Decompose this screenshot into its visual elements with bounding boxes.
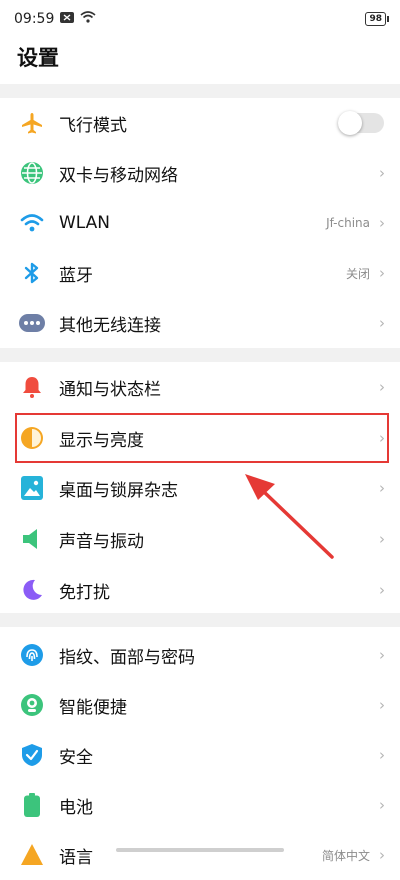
setting-row-notification[interactable]: 通知与状态栏 › (0, 362, 400, 412)
battery-indicator: 98 (365, 12, 389, 26)
setting-label: 声音与振动 (59, 531, 144, 552)
chevron-right-icon: › (379, 796, 385, 814)
setting-row-desktop-lockscreen[interactable]: 桌面与锁屏杂志 › (0, 463, 400, 513)
setting-label: 指纹、面部与密码 (59, 647, 195, 668)
setting-row-display-brightness[interactable]: 显示与亮度 › (0, 413, 400, 463)
section-separator (0, 613, 400, 627)
setting-label: 语言 (59, 847, 93, 868)
setting-row-dual-sim[interactable]: 双卡与移动网络 › (0, 148, 400, 198)
setting-label: 双卡与移动网络 (59, 165, 178, 186)
setting-label: 显示与亮度 (59, 430, 144, 451)
setting-row-security[interactable]: 安全 › (0, 730, 400, 780)
chevron-right-icon: › (379, 378, 385, 396)
setting-row-language[interactable]: 语言 简体中文 › (0, 830, 400, 880)
setting-row-smart-convenience[interactable]: 智能便捷 › (0, 680, 400, 730)
section-separator (0, 348, 400, 362)
setting-label: 智能便捷 (59, 697, 127, 718)
setting-label: WLAN (59, 213, 111, 233)
setting-label: 免打扰 (59, 582, 110, 603)
wallpaper-icon (19, 475, 45, 501)
setting-label: 桌面与锁屏杂志 (59, 480, 178, 501)
moon-icon (19, 577, 45, 603)
wifi-icon (19, 210, 45, 236)
section-separator (0, 84, 400, 98)
setting-row-other-wireless[interactable]: 其他无线连接 › (0, 298, 400, 348)
setting-label: 安全 (59, 747, 93, 768)
chevron-right-icon: › (379, 846, 385, 864)
smart-assist-icon (19, 692, 45, 718)
battery-icon (19, 792, 45, 818)
bluetooth-icon (19, 260, 45, 286)
home-indicator[interactable] (116, 848, 284, 852)
fingerprint-icon (19, 642, 45, 668)
setting-label: 其他无线连接 (59, 315, 161, 336)
chevron-right-icon: › (379, 264, 385, 282)
setting-row-battery[interactable]: 电池 › (0, 780, 400, 830)
chevron-right-icon: › (379, 696, 385, 714)
chevron-right-icon: › (379, 646, 385, 664)
chevron-right-icon: › (379, 164, 385, 182)
chevron-right-icon: › (379, 479, 385, 497)
setting-row-fingerprint-face-password[interactable]: 指纹、面部与密码 › (0, 630, 400, 680)
setting-row-airplane-mode[interactable]: 飞行模式 (0, 98, 400, 148)
shield-icon (19, 742, 45, 768)
chevron-right-icon: › (379, 746, 385, 764)
status-time: 09:59 (14, 11, 55, 27)
setting-row-do-not-disturb[interactable]: 免打扰 › (0, 565, 400, 615)
bell-icon (19, 374, 45, 400)
airplane-mode-toggle[interactable] (338, 111, 384, 135)
speaker-icon (19, 526, 45, 552)
more-dots-icon (19, 310, 45, 336)
language-icon (19, 842, 45, 868)
wifi-status-icon (80, 11, 96, 27)
airplane-icon (19, 110, 45, 136)
page-title: 设置 (17, 46, 59, 70)
notification-icon (60, 11, 75, 27)
setting-value: 简体中文 (321, 848, 370, 863)
toggle-knob (338, 111, 362, 135)
setting-label: 蓝牙 (59, 265, 93, 286)
chevron-right-icon: › (379, 314, 385, 332)
setting-value: 关闭 (345, 266, 370, 281)
chevron-right-icon: › (379, 581, 385, 599)
status-left: 09:59 (14, 11, 96, 27)
status-bar: 09:59 98 (0, 0, 400, 38)
setting-row-bluetooth[interactable]: 蓝牙 关闭 › (0, 248, 400, 298)
chevron-right-icon: › (379, 214, 385, 232)
setting-row-sound-vibration[interactable]: 声音与振动 › (0, 514, 400, 564)
chevron-right-icon: › (379, 530, 385, 548)
setting-label: 飞行模式 (59, 115, 127, 136)
setting-label: 电池 (59, 797, 93, 818)
setting-row-wlan[interactable]: WLAN Jf-china › (0, 198, 400, 248)
brightness-icon (19, 425, 45, 451)
globe-icon (19, 160, 45, 186)
setting-label: 通知与状态栏 (59, 379, 161, 400)
setting-value: Jf-china (326, 216, 370, 230)
chevron-right-icon: › (379, 429, 385, 447)
